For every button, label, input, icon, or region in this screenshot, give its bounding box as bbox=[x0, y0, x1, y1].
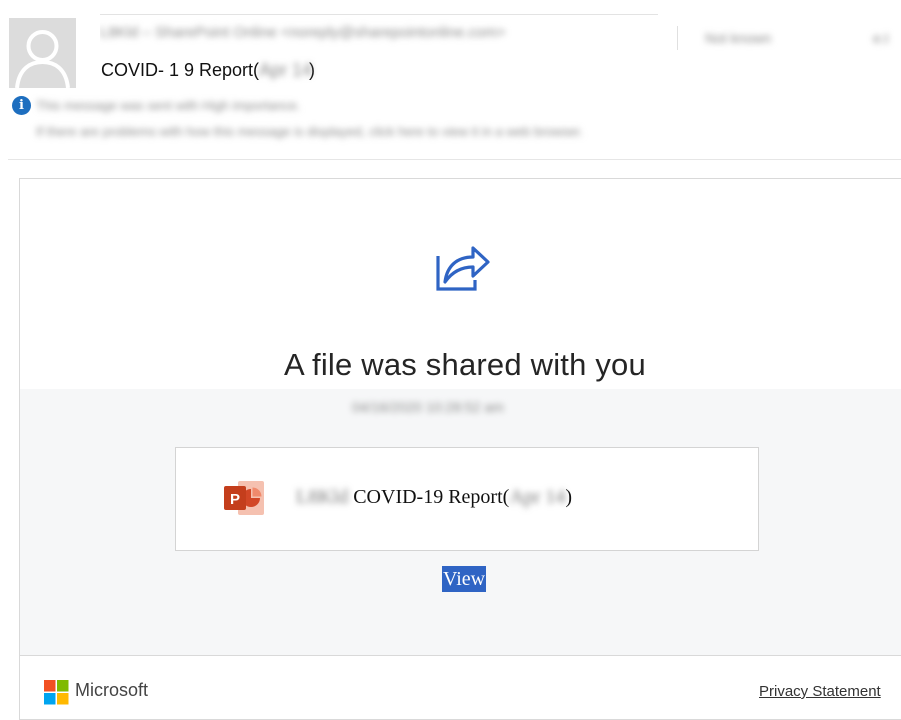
email-subject: COVID- 1 9 Report(Apr 14) bbox=[101, 60, 315, 81]
footer-divider bbox=[20, 655, 901, 656]
microsoft-brand: Microsoft bbox=[75, 680, 149, 700]
file-suffix: ) bbox=[565, 486, 573, 508]
microsoft-logo-icon bbox=[44, 680, 69, 705]
info-icon: i bbox=[12, 96, 31, 115]
importance-notice: This message was sent with High importan… bbox=[36, 98, 301, 113]
web-view-notice[interactable]: If there are problems with how this mess… bbox=[36, 124, 583, 139]
privacy-statement-link[interactable]: Privacy Statement bbox=[759, 683, 881, 700]
file-date: Apr 14 bbox=[509, 486, 566, 508]
powerpoint-icon: P bbox=[224, 481, 264, 515]
header-divider bbox=[8, 159, 901, 160]
sender-address: L8Kld – SharePoint Online <noreply@share… bbox=[100, 24, 506, 41]
sender-line[interactable]: L8Kld – SharePoint Online <noreply@share… bbox=[100, 14, 658, 51]
share-icon bbox=[436, 246, 490, 291]
recipient-extra: e.t bbox=[873, 30, 889, 46]
shared-file-name[interactable]: L8Kld COVID-19 Report(Apr 14) bbox=[296, 486, 572, 509]
headline: A file was shared with you bbox=[284, 347, 646, 382]
header-separator bbox=[677, 26, 678, 50]
sender-avatar bbox=[9, 18, 76, 88]
share-timestamp: 04/16/2020 10:28:52 am bbox=[352, 399, 504, 415]
view-button[interactable]: View bbox=[442, 566, 487, 592]
file-title: COVID-19 Report( bbox=[353, 486, 510, 508]
file-prefix: L8Kld bbox=[296, 486, 349, 508]
recipient-label: Not known bbox=[705, 30, 772, 46]
shared-file-card[interactable]: P L8Kld COVID-19 Report(Apr 14) bbox=[175, 447, 759, 551]
svg-text:P: P bbox=[230, 491, 240, 508]
email-card: A file was shared with you 04/16/2020 10… bbox=[19, 178, 901, 720]
subject-date: Apr 14 bbox=[259, 60, 313, 80]
subject-prefix: COVID- 1 9 Report( bbox=[101, 60, 260, 80]
